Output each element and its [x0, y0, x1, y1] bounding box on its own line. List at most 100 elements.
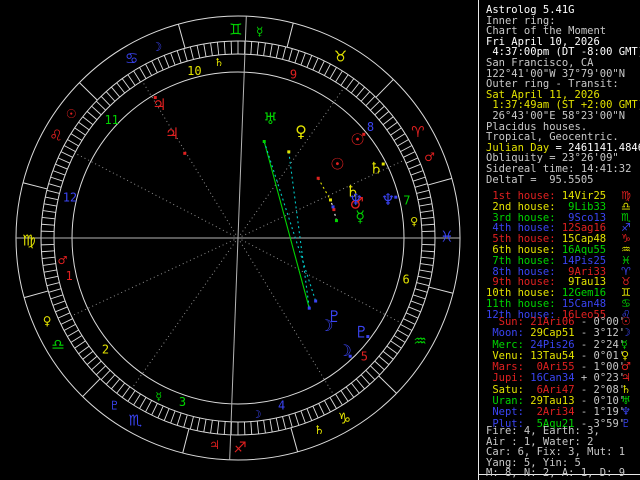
- house-cusps-section: 1st house: 14Vir25 ♍ 2nd house: 9Lib33 ♎ 3…: [486, 189, 640, 321]
- chart-info-section: Astrolog 5.41G Inner ring: Chart of the Mo…: [486, 4, 640, 186]
- band-planet-mercury-band: ☿: [256, 24, 263, 38]
- sign-glyph-gemini: ♊: [229, 20, 242, 38]
- band-planet-pluto-band: ♇: [109, 399, 120, 413]
- planet-velocity: - 1°19': [580, 406, 626, 419]
- astrolog-screen: ♈ ♉ ♊ ♋ ♌ ♍ ♎ ♏ ♐ ♑ ♒ ♓ ☽ ☿ ♀ ☉ ♂ ♃ ♄ ♇ 1 2 3 4 5 6 7 8 9 10 11 12 ♀ ☿ ☽ ♂ ♄…: [0, 0, 640, 480]
- inner-time: 4:37:00pm (DT -8:00 GMT): [486, 46, 640, 59]
- chart-name: Chart of the Moment: [486, 25, 607, 38]
- sign-boundary-line: [24, 290, 49, 299]
- sign-glyph-cancer: ♋: [125, 49, 138, 67]
- natal-planet-dot-pluto: [314, 299, 318, 303]
- aspect-line-venus-moon: [288, 151, 310, 309]
- planet-label: Venu:: [486, 349, 524, 362]
- planet-velocity: - 2°08': [580, 383, 626, 396]
- house-cusp-line: [237, 237, 402, 324]
- outer-ring-label: Outer ring - Transit:: [486, 78, 619, 91]
- obliquity: Obliquity = 23°26'09": [486, 152, 619, 165]
- planet-velocity: - 0°01': [580, 349, 626, 362]
- house-row-7: 7th house: 14Pis25 ♓: [486, 254, 640, 267]
- planet-row-☽: Moon: 29Cap51 - 3°12' ☽: [486, 326, 640, 340]
- house-system: Placidus houses.: [486, 120, 588, 133]
- ring-planet-mercury-ring: ☿: [155, 390, 162, 403]
- house-cusp-line: [131, 237, 239, 389]
- outer-date: Sat April 11, 2026: [486, 88, 600, 101]
- house-row-3: 3rd house: 9Sco13 ♏: [486, 211, 640, 224]
- planet-row-♄: Satu: 6Ari47 - 2°08' ♄: [486, 383, 640, 396]
- sign-glyph-pisces: ♓: [440, 227, 453, 245]
- outer-ring-planet-dot-pluto-outer: [366, 335, 370, 339]
- planet-label: Satu:: [486, 383, 524, 396]
- planet-position-value: 6Ari47: [530, 383, 575, 396]
- house-row-10: 10th house: 12Gem16 ♊: [486, 286, 640, 299]
- outer-ring-planet-neptune-outer: ♆: [381, 190, 395, 209]
- sidereal-time: Sidereal time: 14:41:32: [486, 162, 632, 175]
- natal-planet-venus: ♀: [295, 122, 307, 141]
- band-planet-saturn-band: ♄: [314, 423, 325, 437]
- sign-boundary-line: [182, 428, 190, 454]
- planet-positions-section: Sun: 21Ari06 - 0°00' ☉ Moon: 29Cap51 - 3°…: [486, 315, 640, 430]
- chart-wheel: ♈ ♉ ♊ ♋ ♌ ♍ ♎ ♏ ♐ ♑ ♒ ♓ ☽ ☿ ♀ ☉ ♂ ♃ ♄ ♇ 1 2 3 4 5 6 7 8 9 10 11 12 ♀ ☿ ☽ ♂ ♄…: [0, 0, 478, 480]
- band-planet-moon-band: ☽: [151, 40, 162, 54]
- house-number-4: 4: [278, 399, 285, 413]
- natal-planet-dot-mercury: [334, 219, 338, 223]
- sign-glyph-capricorn: ♑: [338, 409, 351, 427]
- planet-row-♆: Nept: 2Ari34 - 1°19' ♆: [486, 405, 640, 419]
- ring-planet-saturn-ring: ♄: [214, 56, 224, 69]
- aspect-line-sun-saturn: [317, 177, 331, 201]
- outer-ring-planet-dot-neptune-outer: [394, 195, 398, 199]
- natal-planet-dot-saturn: [328, 198, 332, 202]
- planet-row-♀: Venu: 13Tau54 - 0°01' ♀: [486, 349, 640, 362]
- sign-boundary-line: [378, 375, 397, 394]
- planet-velocity: - 2°24': [580, 338, 626, 351]
- outer-ring-planet-pluto-outer: ♇: [354, 322, 368, 341]
- house-row-2: 2nd house: 9Lib33 ♎: [486, 200, 640, 213]
- inner-location: San Francisco, CA: [486, 56, 594, 69]
- planet-row-♅: Uran: 29Tau13 - 0°10' ♅: [486, 394, 640, 408]
- wheel-svg: ♈♉♊♋♌♍♎♏♐♑♒♓☽☿♀☉♂♃♄♇123 456789101112♀☿☽♂♄…: [15, 15, 461, 461]
- aspect-line-uranus-moon: [263, 141, 310, 309]
- outer-ring-planet-dot-saturn-outer: [381, 162, 385, 166]
- house-cusp-line: [71, 237, 239, 317]
- natal-planet-dot-mars: [332, 208, 336, 212]
- planet-row-☿: Merc: 24Pis26 - 2°24' ☿: [486, 338, 640, 351]
- house-row-1: 1st house: 14Vir25 ♍: [486, 189, 640, 202]
- natal-planet-neptune: ♆: [349, 190, 363, 209]
- planet-position-value: 29Tau13: [530, 395, 575, 408]
- outer-ring-planet-dot-sun-outer: [362, 132, 366, 136]
- planet-position-value: 29Cap51: [530, 327, 575, 340]
- outer-ring-planet-dot-jupiter-outer: [153, 96, 157, 100]
- planet-position-value: 13Tau54: [530, 349, 575, 362]
- planet-label: Merc:: [486, 338, 524, 351]
- modes: Car: 6, Fix: 3, Mut: 1: [486, 446, 626, 458]
- band-planet-sun-band: ☉: [66, 107, 77, 121]
- ring-planet-venus-ring: ♀: [410, 215, 418, 228]
- house-number-9: 9: [290, 67, 297, 81]
- planet-label: Jupi:: [486, 372, 524, 385]
- house-row-5: 5th house: 15Cap48 ♑: [486, 232, 640, 245]
- outer-coords: 26°43'00"E 58°23'00"N: [486, 109, 626, 122]
- house-row-8: 8th house: 9Ari33 ♈: [486, 265, 640, 278]
- sign-glyph-aquarius: ♒: [413, 332, 426, 350]
- delta-t: DeltaT = 95.5505: [486, 173, 594, 186]
- house-number-5: 5: [361, 350, 368, 364]
- elements-2: Air : 1, Water: 2: [486, 435, 594, 448]
- house-row-4: 4th house: 12Sag16 ♐: [486, 221, 640, 234]
- natal-planet-jupiter: ♃: [165, 124, 179, 143]
- element-totals-section: Fire: 4, Earth: 3, Air : 1, Water: 2 Car: …: [486, 425, 640, 479]
- planet-position-value: 2Ari34: [530, 406, 575, 419]
- planet-label: Nept:: [486, 406, 524, 419]
- info-panel: Astrolog 5.41G Inner ring: Chart of the Mo…: [486, 0, 640, 480]
- house-number-6: 6: [402, 272, 409, 286]
- planet-position-value: 24Pis26: [530, 338, 575, 351]
- sign-boundary-line: [82, 378, 101, 397]
- planet-velocity: + 0°23': [580, 372, 626, 385]
- natal-planet-dot-venus: [287, 150, 291, 154]
- house-cusp-line: [74, 152, 239, 239]
- polarity: Yang: 5, Yin: 5: [486, 456, 581, 469]
- natal-planet-uranus: ♅: [263, 109, 277, 128]
- natal-planet-dot-neptune: [331, 205, 335, 209]
- sign-glyph-sagittarius: ♐: [233, 438, 246, 456]
- planet-position-value: 0Ari55: [530, 361, 575, 374]
- natal-planet-dot-jupiter: [183, 151, 187, 155]
- panel-separator-line: [478, 0, 479, 480]
